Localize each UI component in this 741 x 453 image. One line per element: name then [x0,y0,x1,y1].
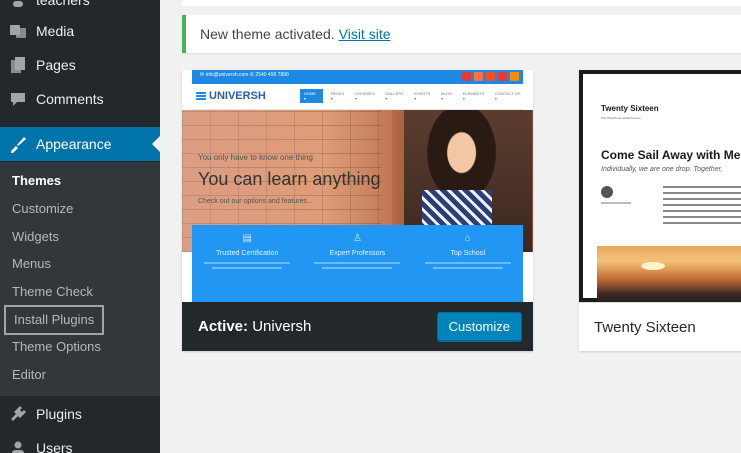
social-icons [462,72,519,81]
submenu-customize[interactable]: Customize [12,197,73,221]
submenu-menus[interactable]: Menus [12,252,51,276]
theme-screenshot[interactable]: ✉ info@universh.com ✆ 2540 456 7890 UNIV… [182,70,533,302]
sidebar-item-label: Plugins [36,406,82,422]
sidebar-item-label: teachers [36,0,90,8]
theme-card-twenty-sixteen[interactable]: Twenty Sixteen The WordPress default the… [579,70,741,351]
sidebar-item-label: Media [36,23,75,39]
sidebar-item-label: Comments [36,91,104,107]
current-menu-arrow [152,136,160,152]
submenu-theme-options[interactable]: Theme Options [12,335,101,359]
pinterest-icon [474,72,483,81]
screenshot-body-text [663,186,741,228]
submenu-install-plugins[interactable]: Install Plugins [4,305,105,335]
screenshot-menu: HOME ▾ PAGES ▾ COURSES ▾ GALLERY ▾ EVENT… [300,89,523,103]
sidebar-item-pages[interactable]: Pages [0,48,160,82]
sidebar-item-label: Appearance [36,136,112,152]
visit-site-link[interactable]: Visit site [339,26,391,42]
rss-icon [486,72,495,81]
screenshot-intro: Individually, we are one drop. Together, [601,166,723,173]
theme-card-universh[interactable]: ✉ info@universh.com ✆ 2540 456 7890 UNIV… [182,70,533,351]
sidebar-item-plugins[interactable]: Plugins [0,397,160,431]
previous-notice-edge [182,0,741,6]
screenshot-site-title: Twenty Sixteen [601,104,659,113]
sidebar-item-label: Users [36,440,73,453]
certificate-icon: ▤ [242,233,252,244]
universh-logo: UNIVERSH [195,90,266,102]
sidebar-item-comments[interactable]: Comments [0,82,160,116]
plugins-icon [0,405,36,423]
screenshot-nav: UNIVERSH HOME ▾ PAGES ▾ COURSES ▾ GALLER… [192,84,523,110]
submenu-theme-check[interactable]: Theme Check [12,280,93,304]
hero-kicker: You only have to know one thing [198,153,313,162]
feature-item: ▤ Trusted Certification [192,225,302,302]
theme-name-bar: Twenty Sixteen [579,302,741,351]
google-plus-icon [462,72,471,81]
sidebar-item-appearance[interactable]: Appearance [0,127,160,161]
theme-activated-notice: New theme activated. Visit site [182,15,741,53]
customize-button[interactable]: Customize [436,312,522,341]
appearance-icon [0,135,36,153]
submenu-widgets[interactable]: Widgets [12,225,59,249]
screenshot-tagline: The WordPress default theme [601,116,641,120]
submenu-editor[interactable]: Editor [12,363,46,387]
comments-icon [0,91,36,107]
screenshot-contact-info: ✉ info@universh.com ✆ 2540 456 7890 [200,72,289,78]
school-icon: ⌂ [464,233,471,244]
hero-subtext: Check out our options and features... [198,198,313,205]
media-icon [0,22,36,40]
users-icon [0,440,36,453]
features-band: ▤ Trusted Certification ♙ Expert Profess… [192,225,523,302]
screenshot-topbar: ✉ info@universh.com ✆ 2540 456 7890 [192,70,523,84]
submenu-themes[interactable]: Themes [12,169,61,193]
hero-headline: You can learn anything [198,169,381,189]
feature-item: ⌂ Top School [413,225,523,302]
feature-item: ♙ Expert Professors [302,225,412,302]
youtube-icon [498,72,507,81]
theme-screenshot[interactable]: Twenty Sixteen The WordPress default the… [579,70,741,306]
teachers-icon [0,0,36,8]
sunset-photo [597,246,741,306]
sidebar-item-label: Pages [36,57,76,73]
notice-text: New theme activated. [200,26,335,42]
theme-name: Twenty Sixteen [594,318,696,336]
author-avatar [601,186,613,198]
feed-icon [510,72,519,81]
screenshot-post-title: Come Sail Away with Me [601,148,741,162]
sidebar-item-users[interactable]: Users [0,431,160,453]
admin-sidebar: teachers Media Pages Comments Appearance… [0,0,160,453]
pages-icon [0,56,36,74]
sidebar-item-media[interactable]: Media [0,14,160,48]
active-theme-name: Active: Universh [198,318,312,335]
professor-icon: ♙ [353,233,362,244]
appearance-submenu: Themes Customize Widgets Menus Theme Che… [0,162,160,396]
active-theme-bar: Active: Universh Customize [182,302,533,351]
